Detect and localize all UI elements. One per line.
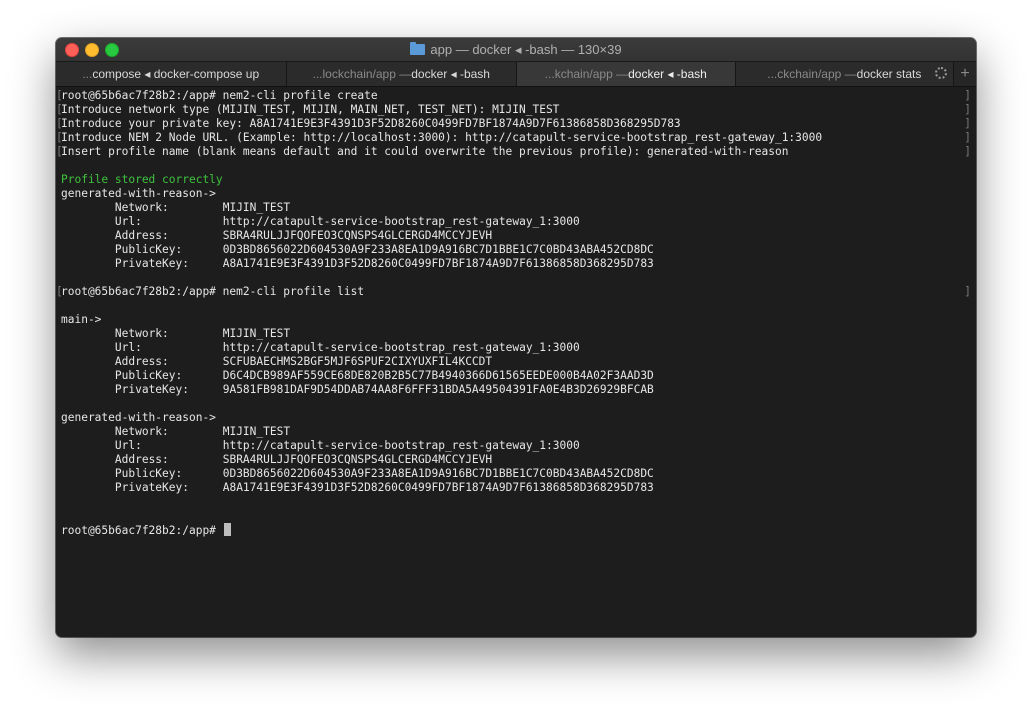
profile-field-value: 0D3BD8656022D604530A9F233A8EA1D9A916BC7D… xyxy=(222,243,654,256)
prompt-line: root@65b6ac7f28b2:/app# xyxy=(61,523,971,537)
activity-spinner-icon xyxy=(935,67,948,79)
profile-field-line: PublicKey: 0D3BD8656022D604530A9F233A8EA1… xyxy=(61,467,971,481)
terminal-line-text: Insert profile name (blank means default… xyxy=(61,145,789,158)
profile-field-line: Url: http://catapult-service-bootstrap_re… xyxy=(61,439,971,453)
profile-field-line: PrivateKey: A8A1741E9E3F4391D3F52D8260C04… xyxy=(61,257,971,271)
tab-path: ...ckchain/app — xyxy=(767,67,857,81)
profile-field-line: PublicKey: 0D3BD8656022D604530A9F233A8EA1… xyxy=(61,243,971,257)
terminal-output: root@65b6ac7f28b2:/app# nem2-cli profile… xyxy=(56,89,971,537)
profile-field-key: Network: xyxy=(114,327,169,340)
profile-field-key: Network: xyxy=(114,425,169,438)
tab-process: compose ◂ docker-compose up xyxy=(92,67,260,81)
profile-field-key: Network: xyxy=(114,201,169,214)
terminal-window: app — docker ◂ -bash — 130×39 ... compose… xyxy=(56,38,976,637)
profile-field-line: Address: SBRA4RULJJFQOFEO3CQNSPS4GLCERGD4… xyxy=(61,229,971,243)
new-tab-button[interactable]: + xyxy=(954,62,976,86)
profile-field-key: PrivateKey: xyxy=(114,257,189,270)
terminal-line: Introduce NEM 2 Node URL. (Example: http… xyxy=(56,131,971,145)
profile-field-key: PublicKey: xyxy=(114,369,183,382)
profile-field-line: PrivateKey: 9A581FB981DAF9D54DDAB74AA8F6F… xyxy=(61,383,971,397)
profile-field-value: 9A581FB981DAF9D54DDAB74AA8F6FFF31BDA5A49… xyxy=(222,383,654,396)
profile-field-value: MIJIN_TEST xyxy=(222,425,291,438)
profile-field-line: Address: SBRA4RULJJFQOFEO3CQNSPS4GLCERGD4… xyxy=(61,453,971,467)
profile-field-key: PrivateKey: xyxy=(114,481,189,494)
window-title-area: app — docker ◂ -bash — 130×39 xyxy=(56,38,976,61)
terminal-line-text: main-> xyxy=(61,313,102,326)
tab-docker-stats[interactable]: ...ckchain/app — docker stats xyxy=(735,62,955,86)
terminal-line: generated-with-reason-> xyxy=(61,411,971,425)
terminal-line: root@65b6ac7f28b2:/app# nem2-cli profile… xyxy=(56,285,971,299)
terminal-line: Insert profile name (blank means default… xyxy=(56,145,971,159)
tab-process: docker ◂ -bash xyxy=(411,67,490,81)
window-title: app — docker ◂ -bash — 130×39 xyxy=(430,41,622,57)
tab-docker-compose[interactable]: ... compose ◂ docker-compose up xyxy=(56,62,287,86)
profile-field-key: Url: xyxy=(114,341,142,354)
terminal-line-text: root@65b6ac7f28b2:/app# xyxy=(61,524,223,537)
profile-field-value: A8A1741E9E3F4391D3F52D8260C0499FD7BF1874… xyxy=(222,257,654,270)
terminal-line: generated-with-reason-> xyxy=(61,187,971,201)
profile-field-key: PublicKey: xyxy=(114,243,183,256)
profile-field-line: Url: http://catapult-service-bootstrap_re… xyxy=(61,341,971,355)
profile-field-line: Network: MIJIN_TEST xyxy=(61,201,971,215)
terminal-line-text: Introduce your private key: A8A1741E9E3F… xyxy=(61,117,681,130)
profile-field-key: Address: xyxy=(114,229,169,242)
terminal-line-text: generated-with-reason-> xyxy=(61,187,216,200)
profile-field-value: A8A1741E9E3F4391D3F52D8260C0499FD7BF1874… xyxy=(222,481,654,494)
tab-path: ...lockchain/app — xyxy=(312,67,412,81)
terminal-line: Introduce your private key: A8A1741E9E3F… xyxy=(56,117,971,131)
profile-field-line: Network: MIJIN_TEST xyxy=(61,425,971,439)
profile-field-line: Address: SCFUBAECHMS2BGF5MJF6SPUF2CIXYUXF… xyxy=(61,355,971,369)
profile-field-value: http://catapult-service-bootstrap_rest-g… xyxy=(222,439,580,452)
tab-bash-2-active[interactable]: ...kchain/app — docker ◂ -bash xyxy=(517,62,736,86)
profile-field-key: Url: xyxy=(114,439,142,452)
tab-path: ...kchain/app — xyxy=(544,67,629,81)
terminal-line: Introduce network type (MIJIN_TEST, MIJI… xyxy=(56,103,971,117)
terminal-line-text: Introduce network type (MIJIN_TEST, MIJI… xyxy=(61,103,560,116)
profile-field-key: PublicKey: xyxy=(114,467,183,480)
profile-field-value: SBRA4RULJJFQOFEO3CQNSPS4GLCERGD4MCCYJEVH xyxy=(222,229,493,242)
profile-field-line: Network: MIJIN_TEST xyxy=(61,327,971,341)
profile-field-value: SBRA4RULJJFQOFEO3CQNSPS4GLCERGD4MCCYJEVH xyxy=(222,453,493,466)
profile-field-value: MIJIN_TEST xyxy=(222,201,291,214)
profile-field-key: Address: xyxy=(114,453,169,466)
profile-field-line: Url: http://catapult-service-bootstrap_re… xyxy=(61,215,971,229)
terminal-line-text: root@65b6ac7f28b2:/app# nem2-cli profile… xyxy=(61,285,365,298)
tab-process: docker ◂ -bash xyxy=(628,67,707,81)
terminal-content[interactable]: root@65b6ac7f28b2:/app# nem2-cli profile… xyxy=(56,87,976,637)
terminal-line-text: Profile stored correctly xyxy=(61,173,223,186)
profile-field-line: PrivateKey: A8A1741E9E3F4391D3F52D8260C04… xyxy=(61,481,971,495)
profile-field-value: http://catapult-service-bootstrap_rest-g… xyxy=(222,215,580,228)
terminal-line: root@65b6ac7f28b2:/app# nem2-cli profile… xyxy=(56,89,971,103)
profile-field-value: 0D3BD8656022D604530A9F233A8EA1D9A916BC7D… xyxy=(222,467,654,480)
text-cursor xyxy=(223,523,231,536)
title-bar[interactable]: app — docker ◂ -bash — 130×39 xyxy=(56,38,976,62)
tab-bash-1[interactable]: ...lockchain/app — docker ◂ -bash xyxy=(286,62,517,86)
success-message: Profile stored correctly xyxy=(61,173,971,187)
profile-field-value: D6C4DCB989AF559CE68DE820B2B5C77B4940366D… xyxy=(222,369,654,382)
tab-path: ... xyxy=(82,67,93,81)
folder-icon xyxy=(410,42,426,55)
profile-field-value: SCFUBAECHMS2BGF5MJF6SPUF2CIXYUXFIL4KCCDT xyxy=(222,355,493,368)
profile-field-key: PrivateKey: xyxy=(114,383,189,396)
profile-field-value: MIJIN_TEST xyxy=(222,327,291,340)
profile-field-line: PublicKey: D6C4DCB989AF559CE68DE820B2B5C7… xyxy=(61,369,971,383)
terminal-line-text: Introduce NEM 2 Node URL. (Example: http… xyxy=(61,131,823,144)
terminal-line-text: root@65b6ac7f28b2:/app# nem2-cli profile… xyxy=(61,89,378,102)
tab-bar: ... compose ◂ docker-compose up ...lockch… xyxy=(56,62,976,87)
tab-process: docker stats xyxy=(856,67,922,81)
profile-field-key: Address: xyxy=(114,355,169,368)
terminal-line: main-> xyxy=(61,313,971,327)
profile-field-value: http://catapult-service-bootstrap_rest-g… xyxy=(222,341,580,354)
profile-field-key: Url: xyxy=(114,215,142,228)
terminal-line-text: generated-with-reason-> xyxy=(61,411,216,424)
